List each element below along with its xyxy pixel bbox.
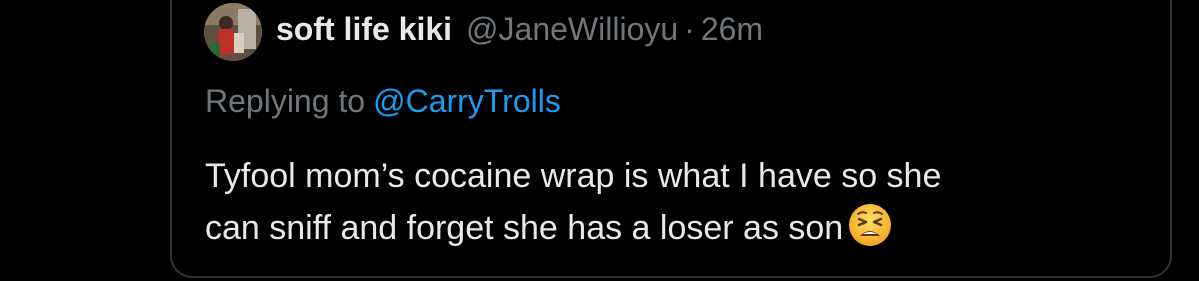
timestamp[interactable]: 26m [701,11,763,48]
tweet-text-line: Tyfool mom’s cocaine wrap is what I have… [205,157,942,195]
avatar[interactable] [204,3,262,61]
replying-to: Replying to @CarryTrolls [205,83,561,120]
replying-to-mention-link[interactable]: @CarryTrolls [373,83,561,119]
tweet-header: soft life kiki @JaneWillioyu · 26m [276,11,763,55]
display-name[interactable]: soft life kiki [276,11,452,48]
tired-face-emoji-icon [847,202,893,248]
tweet-text-line-with-emoji: can sniff and forget she has a loser as … [205,202,1145,254]
tweet-text: Tyfool mom’s cocaine wrap is what I have… [205,150,1145,254]
tweet-text-line: can sniff and forget she has a loser as … [205,209,844,247]
separator-dot: · [684,11,695,47]
user-handle[interactable]: @JaneWillioyu [466,11,678,48]
replying-to-label: Replying to [205,83,366,119]
